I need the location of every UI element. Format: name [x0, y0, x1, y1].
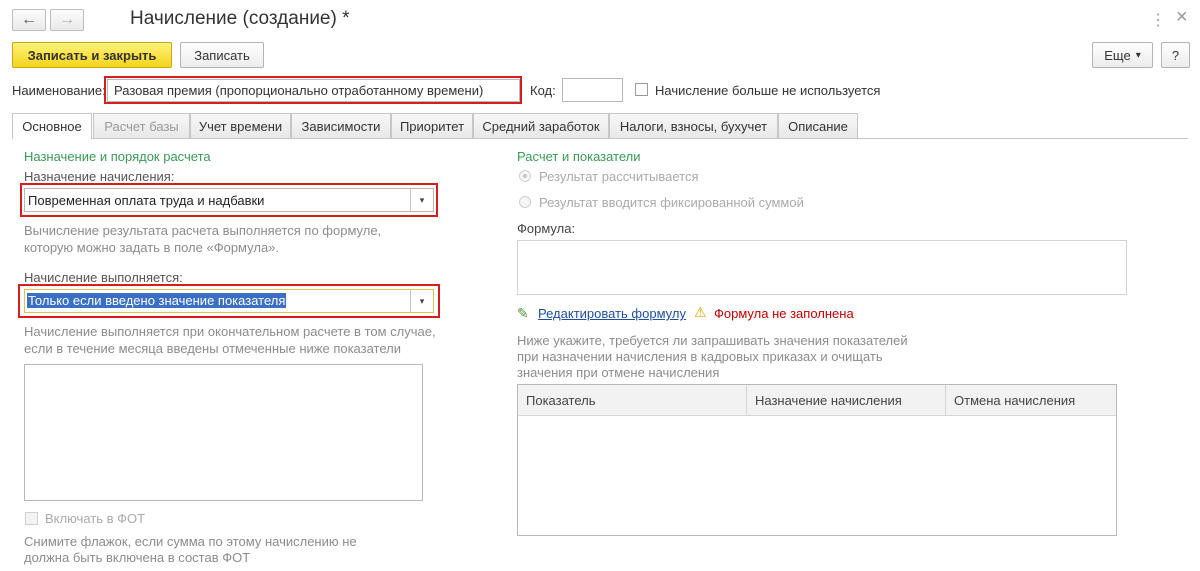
formula-warning-text: Формула не заполнена — [714, 306, 854, 321]
tab-time-tracking[interactable]: Учет времени — [190, 113, 291, 138]
save-and-close-button[interactable]: Записать и закрыть — [12, 42, 172, 68]
pencil-icon: ✎ — [517, 305, 529, 321]
not-used-label: Начисление больше не используется — [655, 83, 881, 98]
close-icon[interactable]: × — [1176, 6, 1188, 29]
indicators-table[interactable]: Показатель Назначение начисления Отмена … — [517, 384, 1117, 536]
purpose-hint-line-2: которую можно задать в поле «Формула». — [24, 240, 280, 255]
radio-result-calculated[interactable] — [519, 170, 531, 182]
tab-average-earnings[interactable]: Средний заработок — [473, 113, 609, 138]
back-button[interactable]: ← — [12, 9, 46, 31]
formula-label: Формула: — [517, 221, 576, 236]
executed-hint-line-1: Начисление выполняется при окончательном… — [24, 324, 436, 339]
fot-hint-line-1: Снимите флажок, если сумма по этому начи… — [24, 534, 357, 549]
more-button[interactable]: Еще ▾ — [1092, 42, 1153, 68]
include-fot-label: Включать в ФОТ — [45, 511, 146, 526]
executed-label: Начисление выполняется: — [24, 270, 183, 285]
fot-hint-line-2: должна быть включена в состав ФОТ — [24, 550, 251, 565]
edit-formula-link[interactable]: Редактировать формулу — [538, 306, 686, 321]
column-header-indicator[interactable]: Показатель — [518, 385, 747, 415]
formula-field[interactable] — [517, 240, 1127, 295]
code-label: Код: — [530, 83, 556, 98]
forward-button[interactable]: → — [50, 9, 84, 31]
name-highlight-frame — [104, 76, 522, 104]
more-label: Еще — [1104, 47, 1131, 63]
name-label: Наименование: — [12, 83, 106, 98]
help-button[interactable]: ? — [1161, 42, 1190, 68]
column-header-cancellation[interactable]: Отмена начисления — [946, 385, 1116, 415]
tab-dependencies[interactable]: Зависимости — [291, 113, 391, 138]
more-options-icon[interactable]: ⋮ — [1150, 10, 1166, 30]
indicators-hint-line-2: при назначении начисления в кадровых при… — [517, 349, 883, 364]
indicators-list[interactable] — [24, 364, 423, 501]
executed-highlight-frame — [18, 284, 440, 318]
chevron-down-icon: ▾ — [1135, 49, 1141, 61]
left-section-title: Назначение и порядок расчета — [24, 149, 211, 164]
tab-taxes[interactable]: Налоги, взносы, бухучет — [609, 113, 778, 138]
tab-priority[interactable]: Приоритет — [391, 113, 473, 138]
indicators-hint-line-1: Ниже укажите, требуется ли запрашивать з… — [517, 333, 908, 348]
column-header-assignment[interactable]: Назначение начисления — [747, 385, 946, 415]
radio-result-calculated-label: Результат рассчитывается — [539, 169, 699, 184]
indicators-hint-line-3: значения при отмене начисления — [517, 365, 720, 380]
tab-description[interactable]: Описание — [778, 113, 858, 138]
purpose-hint-line-1: Вычисление результата расчета выполняетс… — [24, 223, 382, 238]
radio-result-fixed[interactable] — [519, 196, 531, 208]
arrow-left-icon: ← — [21, 11, 37, 28]
tab-base-calculation[interactable]: Расчет базы — [93, 113, 190, 138]
save-button[interactable]: Записать — [180, 42, 264, 68]
warning-icon: ⚠ — [694, 304, 707, 320]
radio-result-fixed-label: Результат вводится фиксированной суммой — [539, 195, 804, 210]
executed-hint-line-2: если в течение месяца введены отмеченные… — [24, 341, 401, 356]
arrow-right-icon: → — [59, 11, 75, 28]
table-header-divider — [518, 415, 1116, 416]
purpose-highlight-frame — [20, 183, 438, 217]
tab-main[interactable]: Основное — [12, 113, 92, 139]
include-fot-checkbox[interactable] — [25, 512, 38, 525]
purpose-label: Назначение начисления: — [24, 169, 175, 184]
window-title: Начисление (создание) * — [130, 8, 350, 29]
right-section-title: Расчет и показатели — [517, 149, 641, 164]
code-field[interactable] — [562, 78, 623, 102]
not-used-checkbox[interactable] — [635, 83, 648, 96]
tabs-divider — [92, 138, 1188, 139]
